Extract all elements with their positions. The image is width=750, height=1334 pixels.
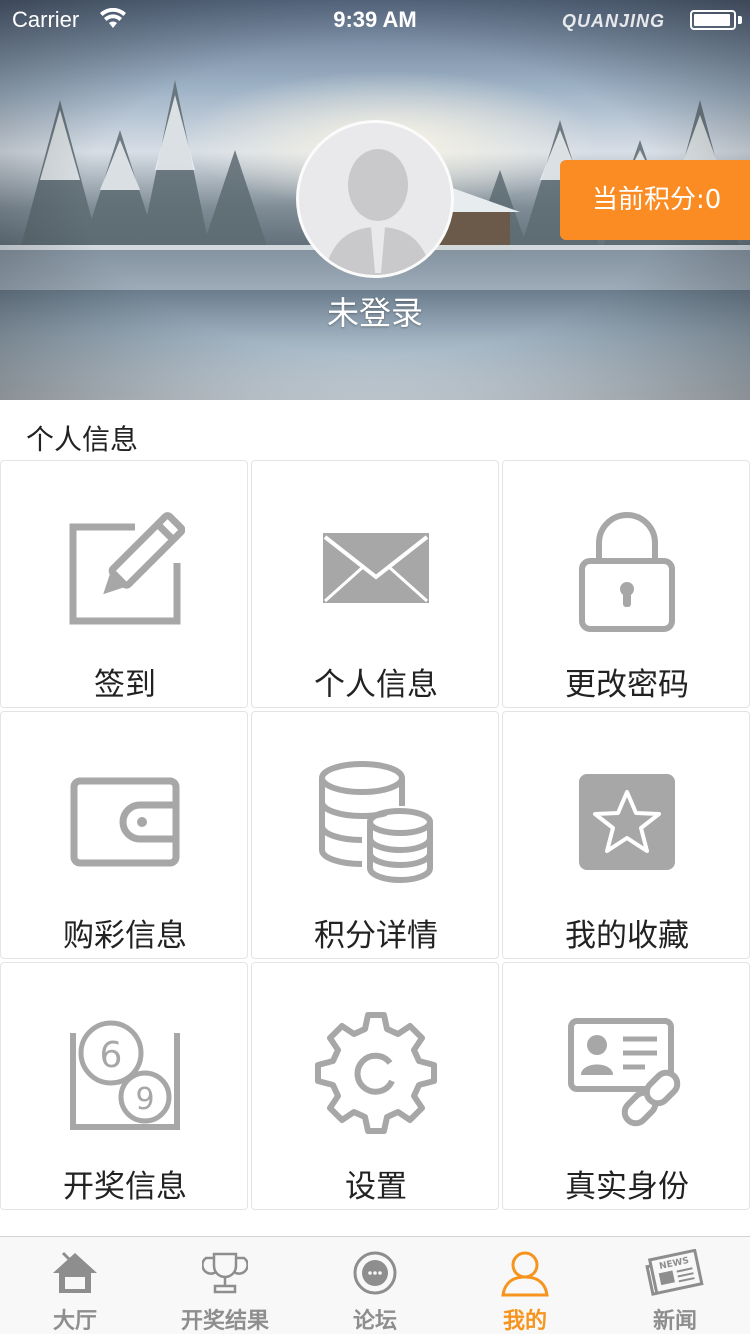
- star-icon: [579, 774, 675, 870]
- section-title: 个人信息: [26, 423, 139, 456]
- grid-item-label: 开奖信息: [63, 1169, 187, 1205]
- grid-item-change-password[interactable]: 更改密码: [502, 460, 750, 708]
- grid-item-label: 签到: [94, 667, 156, 703]
- points-badge[interactable]: 当前积分:0: [560, 160, 750, 240]
- grid-item-label: 个人信息: [314, 667, 438, 703]
- grid-item-favorites[interactable]: 我的收藏: [502, 711, 750, 959]
- tab-label: 开奖结果: [180, 1309, 269, 1334]
- grid-item-label: 购彩信息: [63, 918, 187, 954]
- tab-mine[interactable]: 我的: [450, 1237, 600, 1334]
- grid-item-label: 我的收藏: [565, 918, 689, 954]
- default-user-icon: [324, 149, 432, 275]
- id-card-icon: [568, 1018, 681, 1127]
- grid-item-settings[interactable]: 设置: [251, 962, 499, 1210]
- grid-item-points-detail[interactable]: 积分详情: [251, 711, 499, 959]
- login-status[interactable]: 未登录: [0, 288, 750, 334]
- lock-icon: [579, 512, 675, 632]
- coins-icon: [319, 761, 433, 884]
- svg-text:9: 9: [135, 1082, 154, 1117]
- profile-header: 未登录 当前积分:0: [0, 0, 750, 400]
- home-icon: [53, 1251, 97, 1293]
- tab-label: 我的: [502, 1309, 547, 1334]
- lottery-balls-icon: 6 9: [70, 1020, 180, 1130]
- grid-item-label: 积分详情: [314, 918, 438, 954]
- tab-bar: 大厅 开奖结果 论坛 我的 NEWS 新闻: [0, 1236, 750, 1334]
- tab-draw-results[interactable]: 开奖结果: [150, 1237, 300, 1334]
- trophy-icon: [202, 1252, 248, 1294]
- grid-item-label: 真实身份: [565, 1169, 689, 1205]
- grid-item-checkin[interactable]: 签到: [0, 460, 248, 708]
- user-icon: [501, 1251, 549, 1297]
- grid-item-real-identity[interactable]: 真实身份: [502, 962, 750, 1210]
- grid-item-purchase-info[interactable]: 购彩信息: [0, 711, 248, 959]
- gear-icon: [315, 1012, 437, 1134]
- tab-label: 新闻: [652, 1309, 697, 1334]
- tab-news[interactable]: NEWS 新闻: [600, 1237, 750, 1334]
- battery-icon: [690, 10, 736, 30]
- wallet-icon: [70, 777, 180, 867]
- newspaper-icon: NEWS: [645, 1249, 704, 1296]
- forum-icon: [353, 1251, 397, 1295]
- avatar[interactable]: [296, 120, 454, 278]
- grid-item-label: 更改密码: [565, 667, 689, 703]
- watermark-text: QUANJING: [562, 11, 666, 31]
- status-bar: Carrier 9:39 AM QUANJING: [0, 0, 750, 40]
- grid-item-personal-info[interactable]: 个人信息: [251, 460, 499, 708]
- edit-icon: [69, 512, 185, 625]
- feature-grid: 签到 个人信息 更改密码 购彩信息 积分详情 我的收藏 6 9 开奖信息 设置 …: [0, 460, 750, 1212]
- tab-forum[interactable]: 论坛: [300, 1237, 450, 1334]
- tab-lobby[interactable]: 大厅: [0, 1237, 150, 1334]
- grid-item-draw-info[interactable]: 6 9 开奖信息: [0, 962, 248, 1210]
- tab-label: 论坛: [352, 1309, 397, 1334]
- envelope-icon: [323, 533, 429, 603]
- tab-label: 大厅: [52, 1309, 97, 1334]
- svg-text:6: 6: [100, 1035, 123, 1076]
- grid-item-label: 设置: [345, 1169, 407, 1205]
